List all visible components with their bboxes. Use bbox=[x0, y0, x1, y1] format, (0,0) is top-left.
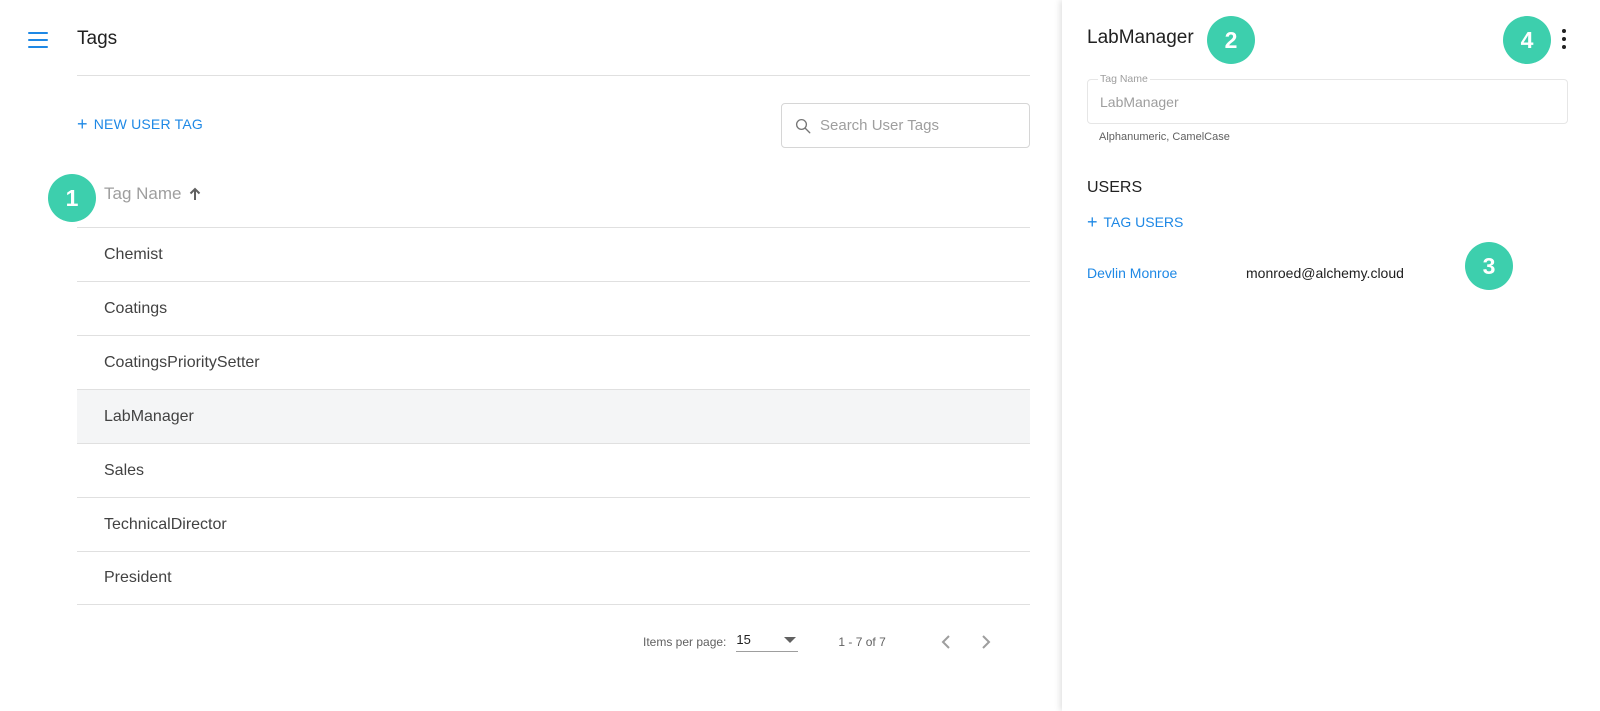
plus-icon: + bbox=[77, 114, 88, 134]
users-section-heading: USERS bbox=[1087, 179, 1143, 196]
tags-list-pane: Tags + NEW USER TAG Tag Name Chemist Coa… bbox=[0, 0, 1060, 711]
tag-name-hint: Alphanumeric, CamelCase bbox=[1099, 131, 1230, 143]
next-page-button[interactable] bbox=[974, 630, 998, 654]
table-row-selected[interactable]: LabManager bbox=[77, 389, 1030, 443]
column-header-label: Tag Name bbox=[104, 184, 182, 203]
more-vert-icon[interactable] bbox=[1556, 27, 1572, 51]
page-title: Tags bbox=[77, 28, 118, 49]
annotation-marker-4: 4 bbox=[1503, 16, 1551, 64]
header-divider bbox=[77, 75, 1030, 76]
search-input[interactable] bbox=[820, 117, 1010, 134]
tag-users-label: TAG USERS bbox=[1103, 214, 1184, 230]
table-row[interactable]: CoatingsPrioritySetter bbox=[77, 335, 1030, 389]
new-user-tag-label: NEW USER TAG bbox=[93, 116, 203, 132]
table-row[interactable]: TechnicalDirector bbox=[77, 497, 1030, 551]
tag-name-field[interactable]: Tag Name bbox=[1087, 73, 1568, 124]
page-range-label: 1 - 7 of 7 bbox=[838, 635, 886, 649]
arrow-up-sort-icon bbox=[190, 187, 201, 200]
table-row[interactable]: Sales bbox=[77, 443, 1030, 497]
annotation-marker-3: 3 bbox=[1465, 242, 1513, 290]
items-per-page-label: Items per page: bbox=[643, 635, 727, 649]
chevron-left-icon bbox=[941, 635, 950, 649]
plus-icon: + bbox=[1087, 212, 1098, 232]
tag-name-input[interactable] bbox=[1100, 94, 1540, 110]
annotation-marker-2: 2 bbox=[1207, 16, 1255, 64]
hamburger-menu-icon[interactable] bbox=[26, 30, 50, 50]
user-name-link[interactable]: Devlin Monroe bbox=[1087, 265, 1177, 281]
items-per-page-value: 15 bbox=[736, 632, 751, 647]
previous-page-button[interactable] bbox=[934, 630, 958, 654]
chevron-right-icon bbox=[982, 635, 991, 649]
table-row[interactable]: Chemist bbox=[77, 227, 1030, 281]
tag-name-field-label: Tag Name bbox=[1098, 73, 1150, 85]
search-user-tags-field[interactable] bbox=[781, 103, 1030, 148]
tags-table: Chemist Coatings CoatingsPrioritySetter … bbox=[77, 227, 1030, 605]
dropdown-caret-icon bbox=[784, 636, 797, 643]
tag-name-column-header[interactable]: Tag Name bbox=[104, 184, 201, 204]
annotation-marker-1: 1 bbox=[48, 174, 96, 222]
table-row[interactable]: President bbox=[77, 551, 1030, 605]
detail-title: LabManager bbox=[1087, 27, 1194, 48]
new-user-tag-button[interactable]: + NEW USER TAG bbox=[77, 114, 203, 134]
search-icon bbox=[795, 118, 811, 133]
table-row[interactable]: Coatings bbox=[77, 281, 1030, 335]
items-per-page-select[interactable]: 15 bbox=[736, 632, 799, 652]
tag-detail-pane: LabManager Tag Name Alphanumeric, CamelC… bbox=[1062, 0, 1600, 711]
paginator: Items per page: 15 1 - 7 of 7 bbox=[643, 630, 998, 654]
user-email: monroed@alchemy.cloud bbox=[1246, 265, 1404, 281]
tag-users-button[interactable]: + TAG USERS bbox=[1087, 212, 1184, 232]
